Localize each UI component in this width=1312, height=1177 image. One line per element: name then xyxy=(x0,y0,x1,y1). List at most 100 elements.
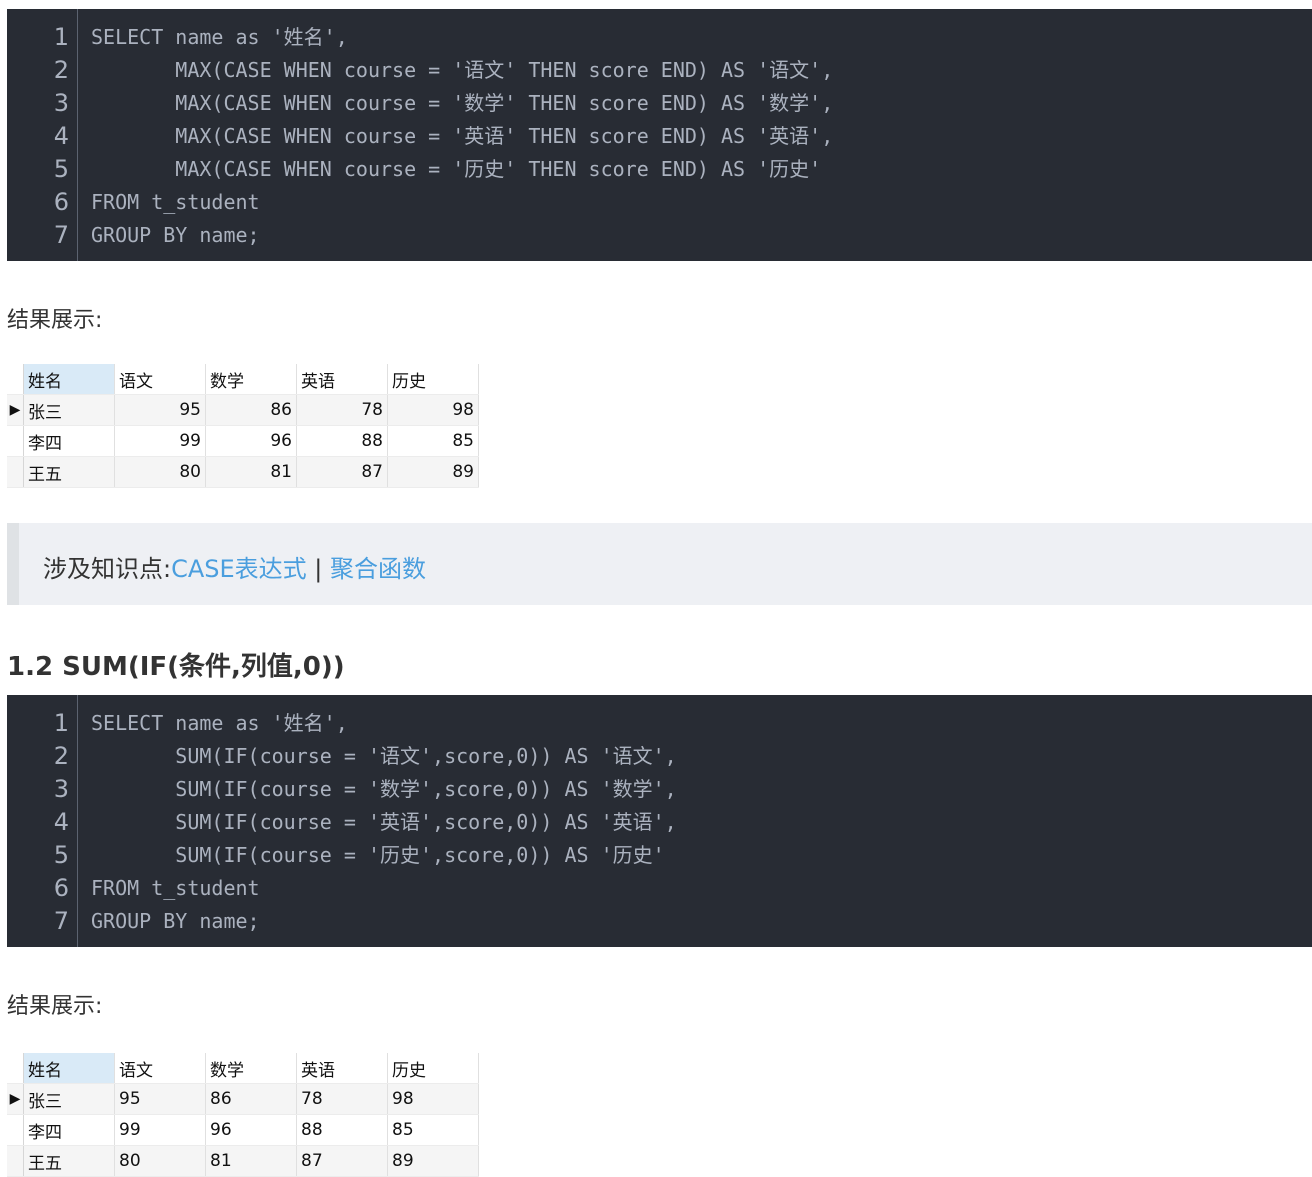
column-header[interactable]: 数学 xyxy=(205,1053,297,1084)
column-header[interactable]: 历史 xyxy=(387,1053,479,1084)
column-header[interactable]: 英语 xyxy=(296,1053,388,1084)
note-text: 涉及知识点:CASE表达式 | 聚合函数 xyxy=(43,549,426,584)
line-number: 5 xyxy=(53,155,69,183)
line-number: 1 xyxy=(53,709,69,737)
code-line: SUM(IF(course = '语文',score,0)) AS '语文', xyxy=(91,744,677,768)
cell-value[interactable]: 87 xyxy=(296,1145,388,1177)
code-line: SUM(IF(course = '英语',score,0)) AS '英语', xyxy=(91,810,677,834)
line-number: 4 xyxy=(53,808,69,836)
row-indicator xyxy=(7,1053,24,1084)
line-number: 4 xyxy=(53,122,69,150)
row-indicator xyxy=(7,1114,24,1146)
link-aggregate-functions[interactable]: 聚合函数 xyxy=(330,555,426,583)
line-number: 1 xyxy=(53,23,69,51)
cell-value[interactable]: 89 xyxy=(387,456,479,488)
table-row[interactable]: 李四 99 96 88 85 xyxy=(7,425,479,457)
cell-value[interactable]: 98 xyxy=(387,394,479,426)
line-number: 2 xyxy=(53,742,69,770)
line-numbers: 1 2 3 4 5 6 7 xyxy=(7,707,77,938)
cell-value[interactable]: 99 xyxy=(114,1114,206,1146)
cell-value[interactable]: 96 xyxy=(205,425,297,457)
row-indicator xyxy=(7,1145,24,1177)
row-indicator xyxy=(7,364,24,395)
line-numbers: 1 2 3 4 5 6 7 xyxy=(7,21,77,252)
code-block-case: 1 2 3 4 5 6 7 SELECT name as '姓名', MAX(C… xyxy=(7,9,1312,261)
cell-value[interactable]: 87 xyxy=(296,456,388,488)
cell-name[interactable]: 张三 xyxy=(23,394,115,426)
code-line: GROUP BY name; xyxy=(91,909,260,933)
line-number: 2 xyxy=(53,56,69,84)
note-prefix: 涉及知识点: xyxy=(43,555,172,583)
current-row-arrow-icon: ▶ xyxy=(7,394,24,426)
result-label: 结果展示: xyxy=(7,308,103,333)
gutter-divider xyxy=(77,9,78,261)
cell-value[interactable]: 80 xyxy=(114,1145,206,1177)
code-line: FROM t_student xyxy=(91,190,260,214)
cell-value[interactable]: 86 xyxy=(205,1083,297,1115)
line-number: 7 xyxy=(53,907,69,935)
code-line: SELECT name as '姓名', xyxy=(91,25,348,49)
column-header[interactable]: 数学 xyxy=(205,364,297,395)
table-row[interactable]: ▶ 张三 95 86 78 98 xyxy=(7,1083,479,1115)
cell-value[interactable]: 86 xyxy=(205,394,297,426)
result-grid-sum-if: 姓名 语文 数学 英语 历史 ▶ 张三 95 86 78 98 李四 99 96… xyxy=(7,1053,479,1177)
note-separator: | xyxy=(306,555,331,583)
cell-value[interactable]: 81 xyxy=(205,456,297,488)
code-line: MAX(CASE WHEN course = '语文' THEN score E… xyxy=(91,58,834,82)
result-label: 结果展示: xyxy=(7,994,103,1019)
cell-value[interactable]: 95 xyxy=(114,1083,206,1115)
cell-name[interactable]: 王五 xyxy=(23,456,115,488)
cell-value[interactable]: 99 xyxy=(114,425,206,457)
cell-value[interactable]: 96 xyxy=(205,1114,297,1146)
table-row[interactable]: ▶ 张三 95 86 78 98 xyxy=(7,394,479,426)
code-line: MAX(CASE WHEN course = '英语' THEN score E… xyxy=(91,124,834,148)
code-line: GROUP BY name; xyxy=(91,223,260,247)
code-source: SELECT name as '姓名', MAX(CASE WHEN cours… xyxy=(91,21,833,252)
section-heading: 1.2 SUM(IF(条件,列值,0)) xyxy=(7,652,345,682)
code-line: SUM(IF(course = '历史',score,0)) AS '历史' xyxy=(91,843,665,867)
cell-value[interactable]: 78 xyxy=(296,1083,388,1115)
line-number: 6 xyxy=(53,188,69,216)
cell-name[interactable]: 张三 xyxy=(23,1083,115,1115)
grid-header-row: 姓名 语文 数学 英语 历史 xyxy=(7,1053,479,1084)
table-row[interactable]: 李四 99 96 88 85 xyxy=(7,1114,479,1146)
cell-value[interactable]: 98 xyxy=(387,1083,479,1115)
column-header[interactable]: 历史 xyxy=(387,364,479,395)
code-line: MAX(CASE WHEN course = '数学' THEN score E… xyxy=(91,91,834,115)
column-header[interactable]: 英语 xyxy=(296,364,388,395)
cell-value[interactable]: 80 xyxy=(114,456,206,488)
row-indicator xyxy=(7,456,24,488)
line-number: 5 xyxy=(53,841,69,869)
table-row[interactable]: 王五 80 81 87 89 xyxy=(7,1145,479,1177)
line-number: 3 xyxy=(53,775,69,803)
line-number: 7 xyxy=(53,221,69,249)
knowledge-points-note: 涉及知识点:CASE表达式 | 聚合函数 xyxy=(7,523,1312,605)
gutter-divider xyxy=(77,695,78,947)
cell-value[interactable]: 88 xyxy=(296,425,388,457)
cell-value[interactable]: 89 xyxy=(387,1145,479,1177)
cell-name[interactable]: 李四 xyxy=(23,1114,115,1146)
cell-value[interactable]: 88 xyxy=(296,1114,388,1146)
cell-value[interactable]: 95 xyxy=(114,394,206,426)
column-header[interactable]: 姓名 xyxy=(23,1053,115,1084)
cell-value[interactable]: 78 xyxy=(296,394,388,426)
cell-name[interactable]: 李四 xyxy=(23,425,115,457)
code-line: MAX(CASE WHEN course = '历史' THEN score E… xyxy=(91,157,822,181)
line-number: 6 xyxy=(53,874,69,902)
column-header[interactable]: 语文 xyxy=(114,364,206,395)
cell-value[interactable]: 85 xyxy=(387,1114,479,1146)
cell-name[interactable]: 王五 xyxy=(23,1145,115,1177)
code-line: FROM t_student xyxy=(91,876,260,900)
code-source: SELECT name as '姓名', SUM(IF(course = '语文… xyxy=(91,707,677,938)
current-row-arrow-icon: ▶ xyxy=(7,1083,24,1115)
table-row[interactable]: 王五 80 81 87 89 xyxy=(7,456,479,488)
column-header[interactable]: 姓名 xyxy=(23,364,115,395)
result-grid-case: 姓名 语文 数学 英语 历史 ▶ 张三 95 86 78 98 李四 99 96… xyxy=(7,364,479,488)
cell-value[interactable]: 85 xyxy=(387,425,479,457)
grid-header-row: 姓名 语文 数学 英语 历史 xyxy=(7,364,479,395)
column-header[interactable]: 语文 xyxy=(114,1053,206,1084)
cell-value[interactable]: 81 xyxy=(205,1145,297,1177)
code-line: SELECT name as '姓名', xyxy=(91,711,348,735)
link-case-expression[interactable]: CASE表达式 xyxy=(171,555,307,583)
line-number: 3 xyxy=(53,89,69,117)
